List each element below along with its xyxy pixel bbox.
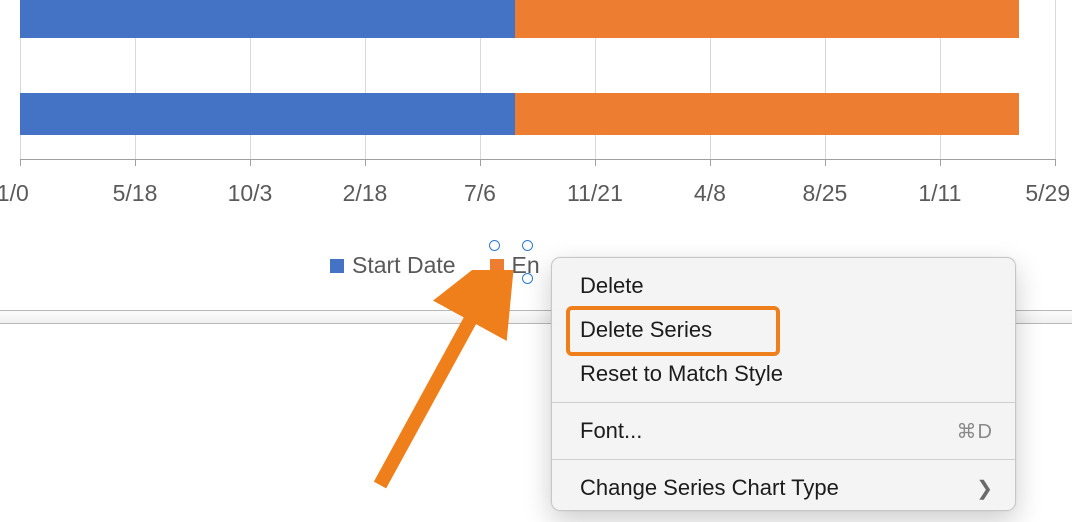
x-tick-label: 4/8 <box>694 180 726 207</box>
bar-segment-start-date[interactable] <box>20 0 515 38</box>
menu-item-delete-series[interactable]: Delete Series <box>552 308 1015 352</box>
annotation-arrow-icon <box>350 270 530 500</box>
menu-item-delete[interactable]: Delete <box>552 264 1015 308</box>
bar-segment-start-date[interactable] <box>20 93 515 135</box>
legend-swatch-icon <box>330 259 344 273</box>
menu-item-font[interactable]: Font... ⌘D <box>552 409 1015 453</box>
legend-label: Start Date <box>352 252 456 279</box>
chart-x-axis-labels: 1/0 5/18 10/3 2/18 7/6 11/21 4/8 8/25 1/… <box>20 180 1055 210</box>
menu-separator <box>552 402 1015 403</box>
menu-item-label: Reset to Match Style <box>580 361 783 387</box>
legend-item-start-date[interactable]: Start Date <box>330 252 456 279</box>
x-tick-label: 5/29 <box>1025 180 1070 207</box>
menu-item-label: Delete Series <box>580 317 712 343</box>
x-tick-label: 10/3 <box>228 180 273 207</box>
x-tick-label: 1/11 <box>918 180 961 207</box>
selection-handle-icon[interactable] <box>522 240 533 251</box>
chart-plot-area[interactable] <box>20 0 1055 160</box>
chevron-right-icon: ❯ <box>976 476 993 501</box>
bar-segment-end-date[interactable] <box>515 0 1019 38</box>
chart-bar-row[interactable] <box>20 93 1055 135</box>
legend-label: En <box>512 252 540 279</box>
x-tick-label: 11/21 <box>567 180 623 207</box>
legend-item-end-date[interactable]: En <box>490 252 540 279</box>
x-tick-label: 5/18 <box>113 180 158 207</box>
menu-item-label: Delete <box>580 273 644 299</box>
menu-item-label: Font... <box>580 418 642 444</box>
legend-swatch-icon <box>490 259 504 273</box>
chart-bar-row[interactable] <box>20 0 1055 38</box>
chart-legend[interactable]: Start Date En <box>330 252 540 279</box>
menu-item-label: Change Series Chart Type <box>580 475 839 501</box>
x-tick-label: 7/6 <box>464 180 496 207</box>
x-tick-label: 1/0 <box>0 180 29 207</box>
selection-handle-icon[interactable] <box>489 240 500 251</box>
menu-item-change-chart-type[interactable]: Change Series Chart Type ❯ <box>552 466 1015 510</box>
x-tick-label: 2/18 <box>343 180 388 207</box>
context-menu: Delete Delete Series Reset to Match Styl… <box>551 257 1016 511</box>
menu-separator <box>552 459 1015 460</box>
menu-shortcut: ⌘D <box>957 419 993 444</box>
x-tick-label: 8/25 <box>803 180 848 207</box>
bar-segment-end-date[interactable] <box>515 93 1019 135</box>
menu-item-reset-style[interactable]: Reset to Match Style <box>552 352 1015 396</box>
